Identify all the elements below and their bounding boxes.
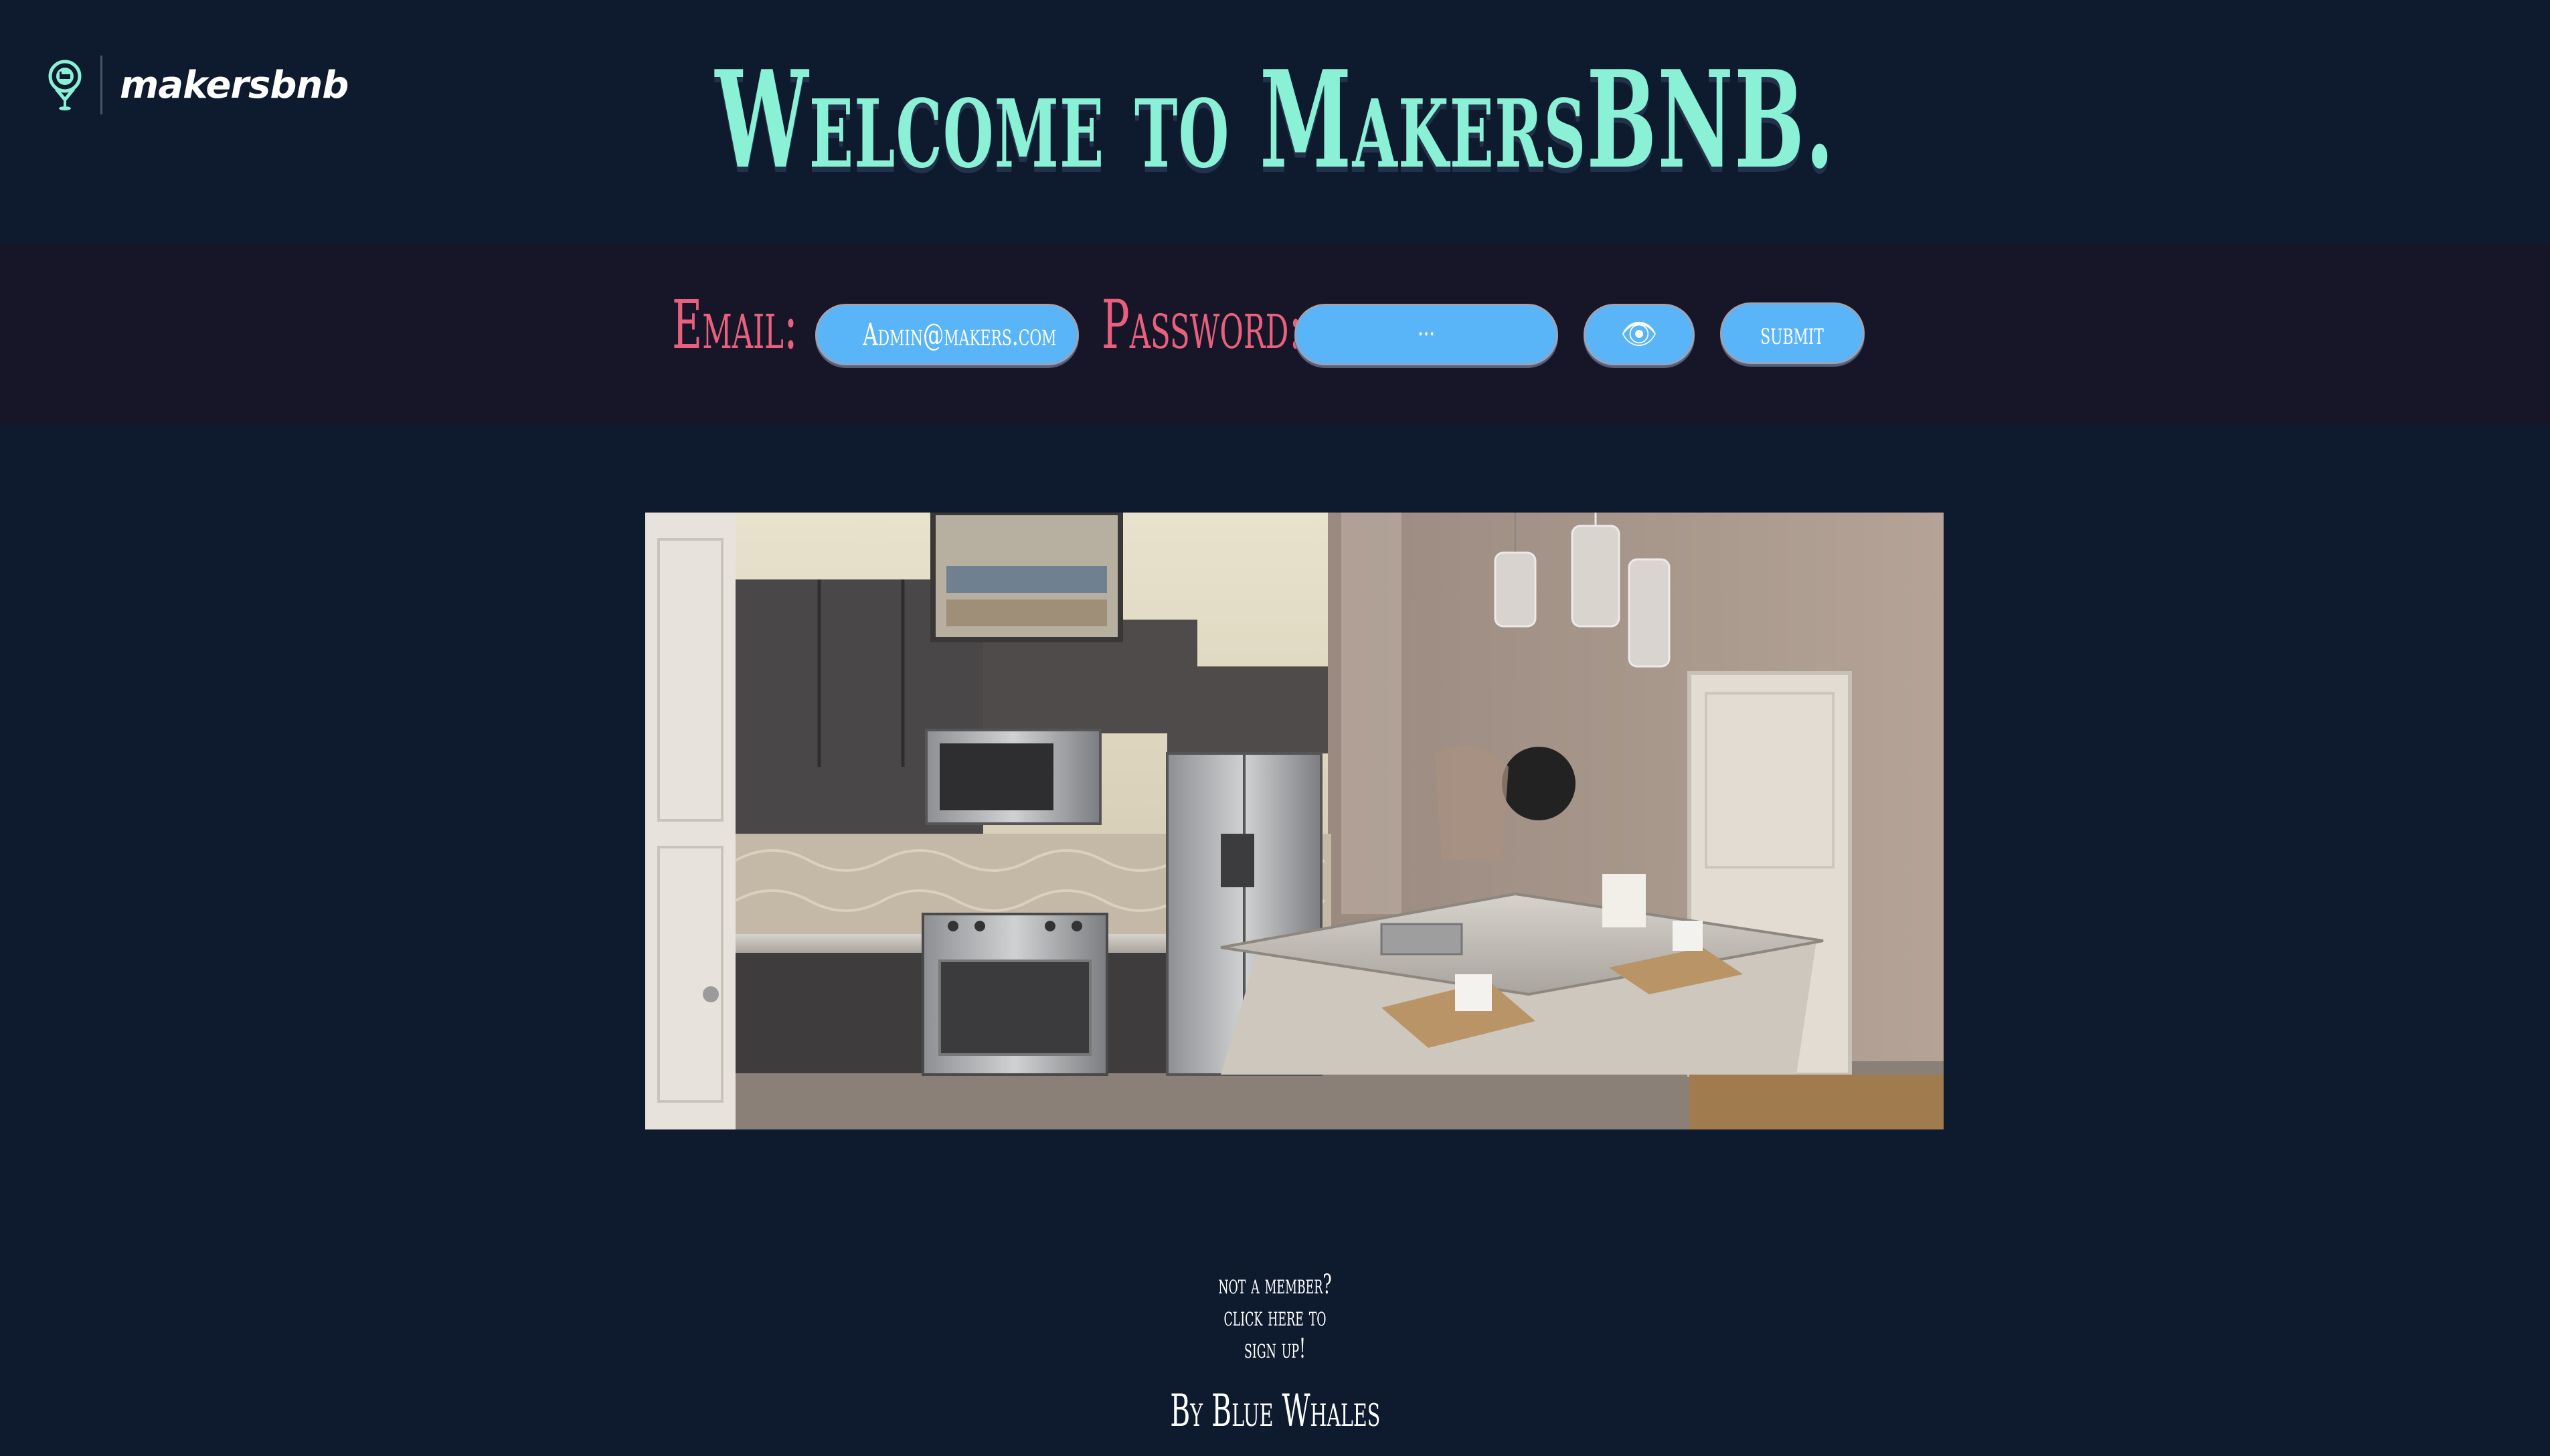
byline-text: By Blue Whales xyxy=(1169,1385,1381,1437)
signup-line-3: sign up! xyxy=(1244,1334,1306,1364)
email-value: Admin@makers.com xyxy=(863,316,1057,353)
submit-label: submit xyxy=(1760,315,1824,351)
signup-line-1: not a member? xyxy=(1218,1269,1332,1300)
password-field[interactable]: ··· xyxy=(1294,304,1558,365)
email-field[interactable]: Admin@makers.com xyxy=(815,304,1079,365)
eye-icon: 👁 xyxy=(1620,317,1658,351)
footer-byline: By Blue Whales xyxy=(1041,1381,1509,1441)
page: makersbnb Welcome to MakersBNB. Email: A… xyxy=(0,0,2550,1456)
submit-button[interactable]: submit xyxy=(1720,302,1865,364)
signup-line-2: click here to xyxy=(1223,1301,1327,1332)
page-title: Welcome to MakersBNB. xyxy=(715,41,1835,199)
brand-logo[interactable]: makersbnb xyxy=(47,55,349,115)
kitchen-illustration xyxy=(645,513,1944,1129)
password-label: Password: xyxy=(1102,286,1303,364)
kitchen-photo xyxy=(645,513,1944,1129)
logo-divider xyxy=(100,56,102,114)
password-value: ··· xyxy=(1418,319,1435,350)
signup-link[interactable]: not a member? click here to sign up! xyxy=(1175,1269,1375,1365)
email-label: Email: xyxy=(672,286,798,364)
map-pin-bed-icon xyxy=(48,60,82,110)
show-password-button[interactable]: 👁 xyxy=(1584,304,1695,365)
brand-name: makersbnb xyxy=(120,63,349,107)
